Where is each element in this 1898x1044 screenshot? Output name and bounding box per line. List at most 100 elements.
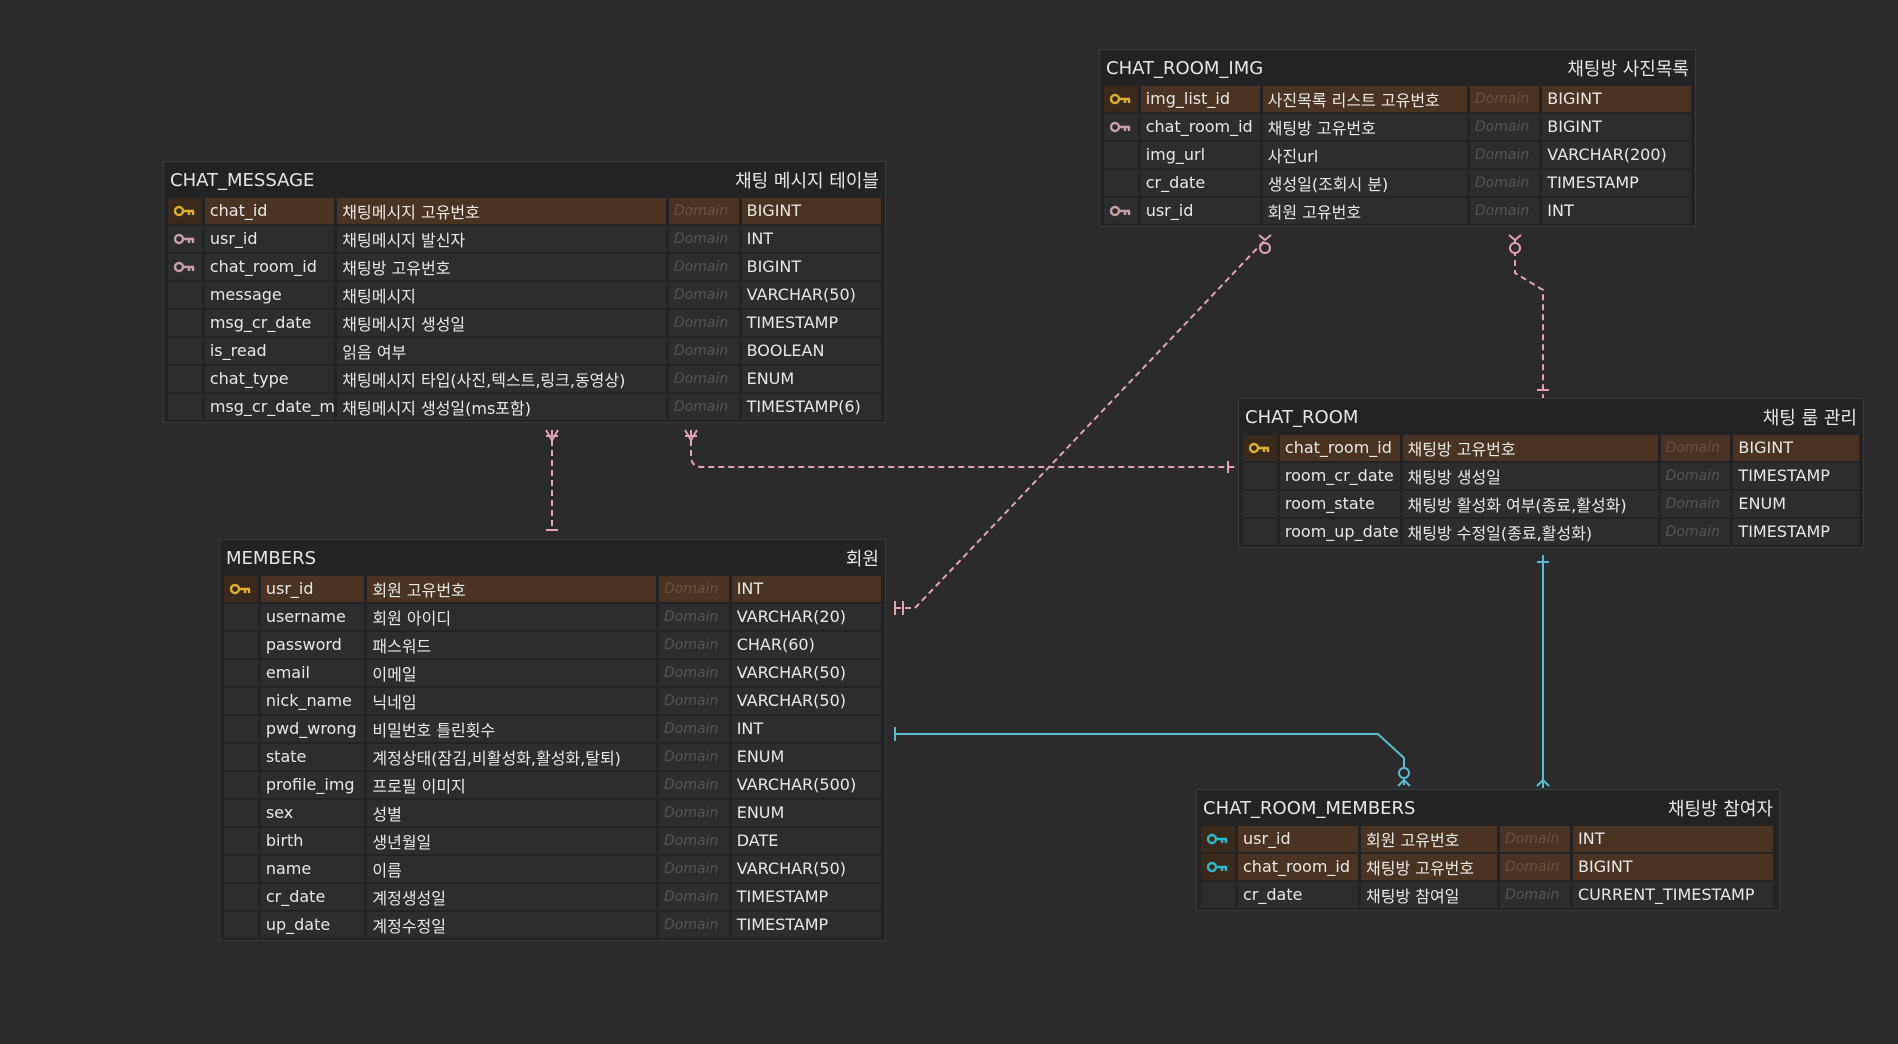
column-domain: Domain (659, 688, 729, 714)
column-comment: 계정수정일 (367, 912, 657, 938)
column-row[interactable]: usr_id 회원 고유번호 Domain INT (1201, 826, 1775, 852)
column-domain: Domain (1660, 463, 1731, 489)
column-type: INT (741, 226, 881, 252)
column-comment: 채팅방 고유번호 (1361, 854, 1497, 880)
key-slot (1243, 463, 1277, 489)
column-domain: Domain (659, 828, 729, 854)
link-chat-room-chat-message (690, 430, 1235, 468)
column-row[interactable]: chat_room_id 채팅방 고유번호 Domain BIGINT (1104, 114, 1691, 140)
table-members[interactable]: MEMBERS 회원 usr_id 회원 고유번호 Domain INT usernam… (219, 539, 886, 941)
table-name: MEMBERS (226, 547, 317, 569)
column-name: chat_room_id (1238, 854, 1358, 880)
key-slot (224, 772, 258, 798)
column-row[interactable]: email 이메일 Domain VARCHAR(50) (224, 660, 882, 686)
column-domain: Domain (1469, 142, 1540, 168)
column-type: TIMESTAMP (731, 912, 882, 938)
column-row[interactable]: usr_id 회원 고유번호 Domain INT (1104, 198, 1691, 224)
column-row[interactable]: message 채팅메시지 Domain VARCHAR(50) (168, 282, 881, 308)
column-name: profile_img (260, 772, 365, 798)
link-chat-room-chat-room-img (1514, 240, 1544, 400)
column-row[interactable]: usr_id 회원 고유번호 Domain INT (224, 576, 882, 602)
column-row[interactable]: cr_date 생성일(조회시 분) Domain TIMESTAMP (1104, 170, 1691, 196)
primary-key-icon (1104, 86, 1138, 112)
column-domain: Domain (1660, 491, 1731, 517)
table-name: CHAT_ROOM_MEMBERS (1203, 797, 1416, 819)
column-comment: 사진목록 리스트 고유번호 (1262, 86, 1467, 112)
column-row[interactable]: is_read 읽음 여부 Domain BOOLEAN (168, 338, 881, 364)
column-row[interactable]: pwd_wrong 비밀번호 틀린횟수 Domain INT (224, 716, 882, 742)
column-row[interactable]: chat_room_id 채팅방 고유번호 Domain BIGINT (1201, 854, 1775, 880)
column-comment: 생년월일 (367, 828, 657, 854)
column-domain: Domain (668, 254, 739, 280)
column-domain: Domain (668, 282, 739, 308)
column-name: birth (260, 828, 365, 854)
column-row[interactable]: up_date 계정수정일 Domain TIMESTAMP (224, 912, 882, 938)
column-row[interactable]: usr_id 채팅메시지 발신자 Domain INT (168, 226, 881, 252)
column-domain: Domain (1469, 170, 1540, 196)
column-domain: Domain (668, 226, 739, 252)
column-domain: Domain (1500, 882, 1570, 908)
column-name: sex (260, 800, 365, 826)
table-chat-room-img[interactable]: CHAT_ROOM_IMG 채팅방 사진목록 img_list_id 사진목록 리… (1099, 49, 1696, 227)
column-name: chat_type (204, 366, 335, 392)
column-comment: 채팅메시지 고유번호 (337, 198, 666, 224)
table-name: CHAT_MESSAGE (170, 169, 315, 191)
column-row[interactable]: birth 생년월일 Domain DATE (224, 828, 882, 854)
column-row[interactable]: profile_img 프로필 이미지 Domain VARCHAR(500) (224, 772, 882, 798)
key-slot (224, 632, 258, 658)
column-name: cr_date (260, 884, 365, 910)
column-row[interactable]: room_up_date 채팅방 수정일(종료,활성화) Domain TIMESTA… (1243, 519, 1860, 545)
column-domain: Domain (668, 310, 739, 336)
table-comment: 채팅방 사진목록 (1567, 59, 1689, 80)
table-chat-room[interactable]: CHAT_ROOM 채팅 룸 관리 chat_room_id 채팅방 고유번호 Do… (1238, 398, 1864, 548)
column-name: password (260, 632, 365, 658)
column-type: TIMESTAMP (731, 884, 882, 910)
column-type: TIMESTAMP (1733, 463, 1860, 489)
column-row[interactable]: password 패스워드 Domain CHAR(60) (224, 632, 882, 658)
column-name: chat_id (204, 198, 335, 224)
column-name: username (260, 604, 365, 630)
primary-key-icon (1243, 435, 1277, 461)
column-row[interactable]: chat_room_id 채팅방 고유번호 Domain BIGINT (168, 254, 881, 280)
column-type: CHAR(60) (731, 632, 882, 658)
column-row[interactable]: chat_type 채팅메시지 타입(사진,텍스트,링크,동영상) Domain EN… (168, 366, 881, 392)
column-row[interactable]: name 이름 Domain VARCHAR(50) (224, 856, 882, 882)
column-type: BIGINT (1542, 114, 1691, 140)
column-row[interactable]: img_list_id 사진목록 리스트 고유번호 Domain BIGINT (1104, 86, 1691, 112)
column-name: chat_room_id (1279, 435, 1400, 461)
column-type: VARCHAR(200) (1542, 142, 1691, 168)
key-slot (224, 744, 258, 770)
column-domain: Domain (659, 604, 729, 630)
column-row[interactable]: cr_date 계정생성일 Domain TIMESTAMP (224, 884, 882, 910)
column-row[interactable]: msg_cr_date 채팅메시지 생성일 Domain TIMESTAMP (168, 310, 881, 336)
crowfoot-chat-message-usr (545, 429, 559, 442)
primary-key-icon (168, 198, 202, 224)
column-type: ENUM (1733, 491, 1860, 517)
column-domain: Domain (659, 912, 729, 938)
column-row[interactable]: cr_date 채팅방 참여일 Domain CURRENT_TIMESTAMP (1201, 882, 1775, 908)
column-row[interactable]: state 계정상태(잠김,비활성화,활성화,탈퇴) Domain ENUM (224, 744, 882, 770)
column-name: message (204, 282, 335, 308)
table-chat-room-members[interactable]: CHAT_ROOM_MEMBERS 채팅방 참여자 usr_id 회원 고유번호 D… (1196, 789, 1780, 911)
column-type: BOOLEAN (741, 338, 881, 364)
column-row[interactable]: room_state 채팅방 활성화 여부(종료,활성화) Domain ENUM (1243, 491, 1860, 517)
column-comment: 읽음 여부 (337, 338, 666, 364)
column-row[interactable]: room_cr_date 채팅방 생성일 Domain TIMESTAMP (1243, 463, 1860, 489)
column-row[interactable]: chat_room_id 채팅방 고유번호 Domain BIGINT (1243, 435, 1860, 461)
column-row[interactable]: msg_cr_date_ms 채팅메시지 생성일(ms포함) Domain TIMES… (168, 394, 881, 420)
column-comment: 닉네임 (367, 688, 657, 714)
column-name: img_url (1140, 142, 1260, 168)
column-name: cr_date (1140, 170, 1260, 196)
column-row[interactable]: sex 성별 Domain ENUM (224, 800, 882, 826)
column-name: usr_id (260, 576, 365, 602)
key-slot (224, 688, 258, 714)
column-row[interactable]: img_url 사진url Domain VARCHAR(200) (1104, 142, 1691, 168)
column-domain: Domain (1660, 519, 1731, 545)
column-comment: 채팅메시지 발신자 (337, 226, 666, 252)
column-row[interactable]: username 회원 아이디 Domain VARCHAR(20) (224, 604, 882, 630)
column-type: INT (731, 576, 882, 602)
primary-key-icon (224, 576, 258, 602)
table-chat-message[interactable]: CHAT_MESSAGE 채팅 메시지 테이블 chat_id 채팅메시지 고유번… (163, 161, 886, 423)
column-row[interactable]: nick_name 닉네임 Domain VARCHAR(50) (224, 688, 882, 714)
column-row[interactable]: chat_id 채팅메시지 고유번호 Domain BIGINT (168, 198, 881, 224)
